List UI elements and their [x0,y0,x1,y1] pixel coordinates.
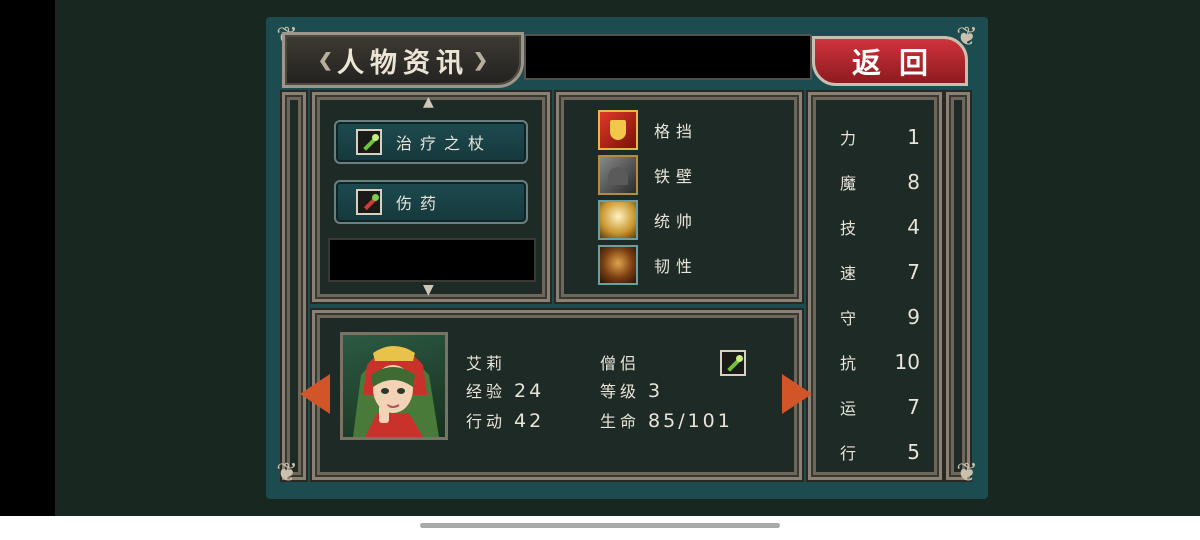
character-class: 僧侣 [600,354,641,373]
character-name: 艾莉 [466,354,507,373]
title-ornament-left-icon: ❮ [317,49,333,71]
stat-magic: 魔8 [840,170,920,194]
hp-value: 85/101 [648,410,733,432]
potion-icon [356,189,382,215]
skill-row-ironwall[interactable]: 铁壁 [598,155,698,195]
skill-name: 统帅 [654,212,699,231]
item-slot-1[interactable]: 治疗之杖 [334,120,528,164]
outer-left-rail [282,92,306,480]
hp-row: 生命 85/101 [600,408,733,432]
skill-row-tenacity[interactable]: 韧性 [598,245,698,285]
stat-skill: 技4 [840,215,920,239]
skill-name: 铁壁 [654,167,699,186]
exp-row: 经验 24 [466,378,544,402]
stat-luck: 运7 [840,395,920,419]
stat-speed: 速7 [840,260,920,284]
skill-row-block[interactable]: 格挡 [598,110,698,150]
bottom-system-area [0,516,1200,540]
prev-character-icon[interactable] [300,374,330,414]
skill-name: 格挡 [654,122,699,141]
command-icon [598,200,638,240]
home-indicator[interactable] [420,523,780,528]
move-value: 42 [514,410,545,432]
item-slot-2[interactable]: 伤药 [334,180,528,224]
portrait-art [353,346,439,437]
block-shield-icon [598,110,638,150]
title-ornament-right-icon: ❯ [473,49,489,71]
back-button[interactable]: 返回 [812,36,968,86]
exp-label: 经验 [466,382,507,401]
move-row: 行动 42 [466,408,544,432]
item-name: 治疗之杖 [396,134,493,153]
level-row: 等级 3 [600,378,663,402]
items-scroll-down-icon[interactable]: ▼ [423,282,434,298]
next-character-icon[interactable] [782,374,812,414]
items-scroll-up-icon[interactable]: ▲ [423,94,434,110]
left-black-bar [0,0,55,540]
title-plate: ❮ 人物资讯 ❯ [282,32,524,88]
staff-icon [356,129,382,155]
skill-row-command[interactable]: 统帅 [598,200,698,240]
tenacity-icon [598,245,638,285]
character-portrait [340,332,448,440]
exp-value: 24 [514,380,545,402]
stat-movement: 行5 [840,440,920,464]
outer-right-rail [946,92,970,480]
equipped-weapon-staff-icon[interactable] [720,350,746,376]
iron-wall-icon [598,155,638,195]
ornament-bottom-left-icon: ❦ [276,458,298,488]
title-bar-blank [524,34,812,80]
item-name: 伤药 [396,194,445,213]
level-value: 3 [648,380,664,402]
ornament-bottom-right-icon: ❦ [956,458,978,488]
hp-label: 生命 [600,412,641,431]
page-title: 人物资讯 [337,47,469,79]
skill-name: 韧性 [654,257,699,276]
item-slot-empty[interactable] [328,238,536,282]
stat-defense: 守9 [840,305,920,329]
move-label: 行动 [466,412,507,431]
level-label: 等级 [600,382,641,401]
stat-resistance: 抗 10 [840,350,920,374]
stat-strength: 力1 [840,125,920,149]
